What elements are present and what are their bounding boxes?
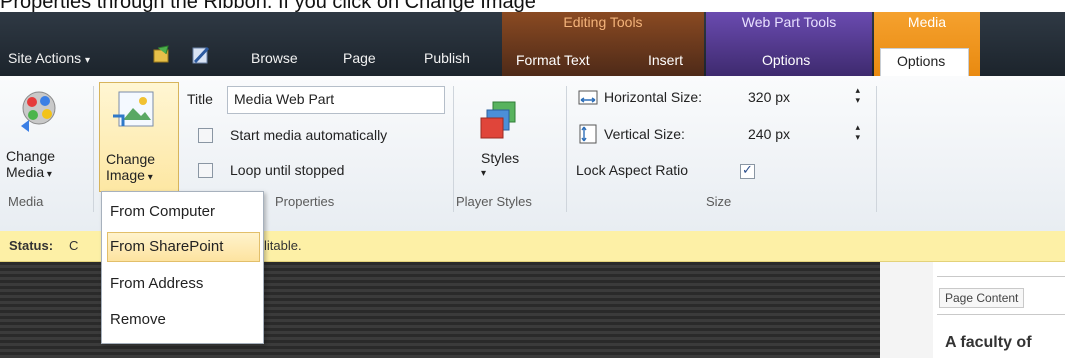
change-image-line2-row: Image ▾ (106, 167, 155, 186)
status-text-prefix: C (69, 238, 79, 253)
horizontal-size-icon (577, 88, 599, 113)
status-label: Status: (9, 238, 54, 253)
media-title: Media (907, 14, 947, 30)
menu-item-remove[interactable]: Remove (110, 311, 166, 328)
horizontal-size-input[interactable]: 320 px ▴ ▾ (738, 85, 862, 110)
tab-browse[interactable]: Browse (251, 50, 298, 66)
horizontal-size-label: Horizontal Size: (604, 89, 703, 105)
vertical-size-label: Vertical Size: (604, 126, 685, 142)
lock-aspect-checkbox[interactable]: ✓ (740, 162, 755, 179)
checkmark-icon: ✓ (742, 162, 753, 177)
menu-item-from-computer[interactable]: From Computer (110, 203, 215, 220)
edit-properties-icon[interactable] (190, 44, 212, 66)
group-separator (876, 86, 877, 212)
status-text-suffix: litable. (264, 238, 302, 253)
change-media-button[interactable]: Change Media ▾ (6, 148, 55, 183)
web-part-tools-title: Web Part Tools (741, 14, 837, 30)
loop-checkbox[interactable] (198, 163, 213, 178)
lock-aspect-label: Lock Aspect Ratio (576, 162, 689, 178)
change-image-line2: Image (106, 167, 145, 183)
site-actions-menu[interactable]: Site Actions ▾ (8, 50, 90, 66)
editing-tools-context: Editing Tools Format Text Insert (502, 12, 704, 76)
site-actions-label: Site Actions (8, 50, 82, 66)
title-input[interactable]: Media Web Part (227, 86, 445, 114)
tab-media-options-label: Options (897, 53, 946, 69)
change-media-line2-row: Media ▾ (6, 164, 55, 183)
panel-heading: A faculty of (945, 334, 1032, 351)
group-label-size: Size (706, 194, 732, 209)
chevron-down-icon: ▾ (144, 172, 153, 183)
change-media-icon (15, 88, 65, 138)
group-separator (93, 86, 94, 212)
tab-page-content[interactable]: Page Content (939, 288, 1025, 308)
spinner-icon[interactable]: ▴ ▾ (855, 85, 860, 105)
content-gutter (880, 262, 933, 358)
group-label-properties: Properties (275, 194, 335, 209)
styles-label: Styles (481, 150, 520, 166)
web-part-tools-context: Web Part Tools Options (706, 12, 872, 76)
group-label-player-styles: Player Styles (456, 194, 532, 209)
menu-item-from-sharepoint-label: From SharePoint (110, 238, 224, 255)
change-media-line2: Media (6, 164, 45, 180)
edit-page-icon[interactable] (152, 44, 172, 64)
change-image-button[interactable]: Change Image ▾ (99, 82, 179, 192)
change-image-line1: Change (106, 151, 156, 167)
start-auto-checkbox[interactable] (198, 128, 213, 143)
title-input-value: Media Web Part (234, 91, 335, 107)
group-separator (566, 86, 567, 212)
tab-format-text[interactable]: Format Text (516, 52, 590, 68)
panel-divider (937, 314, 1065, 315)
tab-page[interactable]: Page (343, 50, 376, 66)
tab-publish[interactable]: Publish (424, 50, 470, 66)
page-content-panel: Page Content A faculty of (933, 262, 1065, 358)
panel-divider (937, 262, 1065, 277)
group-label-media: Media (8, 194, 44, 209)
group-separator (453, 86, 454, 212)
styles-icon (479, 100, 523, 145)
change-image-menu: From Computer From SharePoint From Addre… (101, 191, 264, 344)
title-label: Title (187, 91, 213, 107)
change-image-label: Change Image ▾ (106, 151, 155, 186)
tab-media-options[interactable]: Options (880, 48, 969, 77)
tab-web-part-options[interactable]: Options (762, 52, 810, 68)
menu-item-from-address[interactable]: From Address (110, 275, 203, 292)
spinner-icon[interactable]: ▴ ▾ (855, 122, 860, 142)
vertical-size-icon (578, 123, 600, 150)
loop-label: Loop until stopped (230, 162, 345, 178)
chevron-down-icon: ▾ (85, 55, 91, 66)
change-image-icon (113, 88, 159, 139)
editing-tools-title: Editing Tools (563, 14, 643, 30)
start-auto-label: Start media automatically (230, 127, 388, 143)
menu-item-from-sharepoint[interactable]: From SharePoint (107, 232, 260, 262)
chevron-down-icon: ▾ (44, 169, 52, 180)
change-media-line1: Change (6, 148, 56, 164)
horizontal-size-value: 320 px (748, 89, 791, 105)
styles-button[interactable]: Styles ▾ (481, 150, 519, 182)
chevron-down-icon: ▾ (481, 168, 487, 179)
vertical-size-input[interactable]: 240 px ▴ ▾ (738, 122, 862, 147)
tab-insert[interactable]: Insert (648, 52, 683, 68)
vertical-size-value: 240 px (748, 126, 791, 142)
